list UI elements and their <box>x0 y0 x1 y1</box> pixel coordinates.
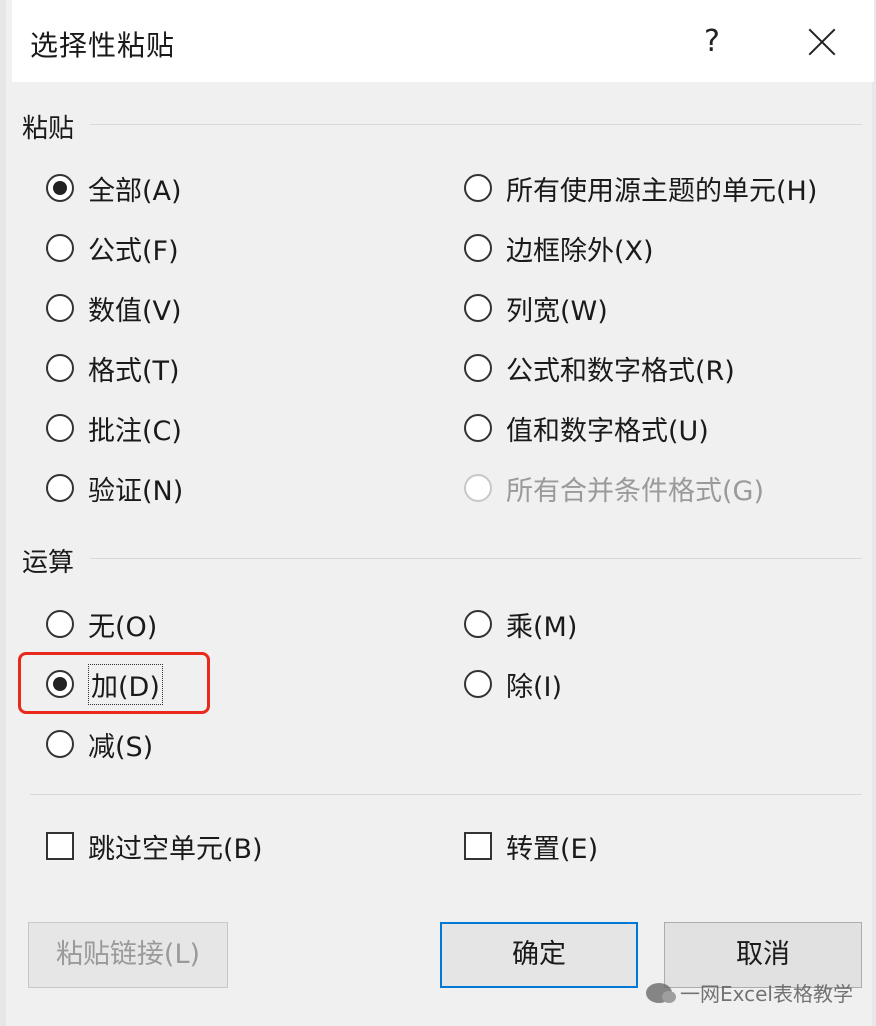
operation-group-label: 运算 <box>22 548 75 578</box>
radio-paste-formulas[interactable]: 公式(F) <box>46 228 179 268</box>
checkbox-icon <box>464 832 492 860</box>
radio-icon <box>46 730 74 758</box>
radio-icon <box>464 354 492 382</box>
radio-label: 批注(C) <box>88 415 182 447</box>
radio-label: 列宽(W) <box>506 295 608 327</box>
radio-label: 减(S) <box>88 731 154 763</box>
ok-button[interactable]: 确定 <box>440 922 638 988</box>
radio-op-divide[interactable]: 除(I) <box>464 664 562 704</box>
checkbox-label: 转置(E) <box>506 833 599 865</box>
radio-label: 验证(N) <box>88 475 184 507</box>
paste-special-dialog: 选择性粘贴 ? 粘贴 全部(A) 公式(F) 数值(V) 格式(T) 批注(C)… <box>0 0 876 1026</box>
radio-icon <box>46 610 74 638</box>
radio-icon <box>464 474 492 502</box>
radio-paste-all-source-theme[interactable]: 所有使用源主题的单元(H) <box>464 168 817 208</box>
radio-icon <box>46 354 74 382</box>
radio-icon <box>464 294 492 322</box>
radio-label: 格式(T) <box>88 355 180 387</box>
radio-icon <box>464 414 492 442</box>
watermark: 一网Excel表格教学 <box>646 978 853 1007</box>
operation-group-line <box>90 558 862 559</box>
radio-label: 乘(M) <box>506 611 578 643</box>
radio-paste-formats[interactable]: 格式(T) <box>46 348 180 388</box>
paste-group-line <box>90 124 862 125</box>
radio-label: 所有使用源主题的单元(H) <box>506 175 818 207</box>
radio-paste-comments[interactable]: 批注(C) <box>46 408 182 448</box>
radio-label: 所有合并条件格式(G) <box>506 475 764 507</box>
radio-icon <box>46 234 74 262</box>
radio-label: 数值(V) <box>88 295 182 327</box>
radio-label: 全部(A) <box>88 175 182 207</box>
radio-paste-column-widths[interactable]: 列宽(W) <box>464 288 608 328</box>
radio-icon <box>464 174 492 202</box>
dialog-title: 选择性粘贴 <box>30 29 176 62</box>
close-icon[interactable] <box>794 14 850 70</box>
radio-paste-except-borders[interactable]: 边框除外(X) <box>464 228 654 268</box>
radio-label: 除(I) <box>506 671 563 703</box>
radio-op-subtract[interactable]: 减(S) <box>46 724 153 764</box>
radio-label: 公式和数字格式(R) <box>506 355 735 387</box>
radio-icon <box>46 294 74 322</box>
radio-label: 无(O) <box>88 611 158 643</box>
title-bar: 选择性粘贴 ? <box>12 0 874 82</box>
radio-paste-formulas-number-formats[interactable]: 公式和数字格式(R) <box>464 348 735 388</box>
radio-icon <box>46 414 74 442</box>
checkbox-label: 跳过空单元(B) <box>88 833 263 865</box>
radio-paste-merge-conditional-formats: 所有合并条件格式(G) <box>464 468 764 508</box>
radio-paste-all[interactable]: 全部(A) <box>46 168 182 208</box>
radio-paste-validation[interactable]: 验证(N) <box>46 468 183 508</box>
paste-link-button: 粘贴链接(L) <box>28 922 228 988</box>
radio-paste-values-number-formats[interactable]: 值和数字格式(U) <box>464 408 709 448</box>
radio-label: 值和数字格式(U) <box>506 415 709 447</box>
checkbox-icon <box>46 832 74 860</box>
skip-blanks-checkbox[interactable]: 跳过空单元(B) <box>46 826 263 866</box>
radio-label: 公式(F) <box>88 235 179 267</box>
radio-label: 边框除外(X) <box>506 235 654 267</box>
radio-op-none[interactable]: 无(O) <box>46 604 157 644</box>
radio-icon <box>464 670 492 698</box>
radio-op-multiply[interactable]: 乘(M) <box>464 604 577 644</box>
highlight-annotation <box>18 652 210 714</box>
paste-group-label: 粘贴 <box>22 114 75 144</box>
separator-line <box>30 794 862 795</box>
watermark-text: 一网Excel表格教学 <box>680 982 853 1006</box>
radio-icon <box>464 234 492 262</box>
radio-icon <box>464 610 492 638</box>
radio-selected-icon <box>46 174 74 202</box>
help-button[interactable]: ? <box>688 14 736 70</box>
transpose-checkbox[interactable]: 转置(E) <box>464 826 598 866</box>
radio-icon <box>46 474 74 502</box>
radio-paste-values[interactable]: 数值(V) <box>46 288 182 328</box>
wechat-icon <box>646 982 676 1003</box>
